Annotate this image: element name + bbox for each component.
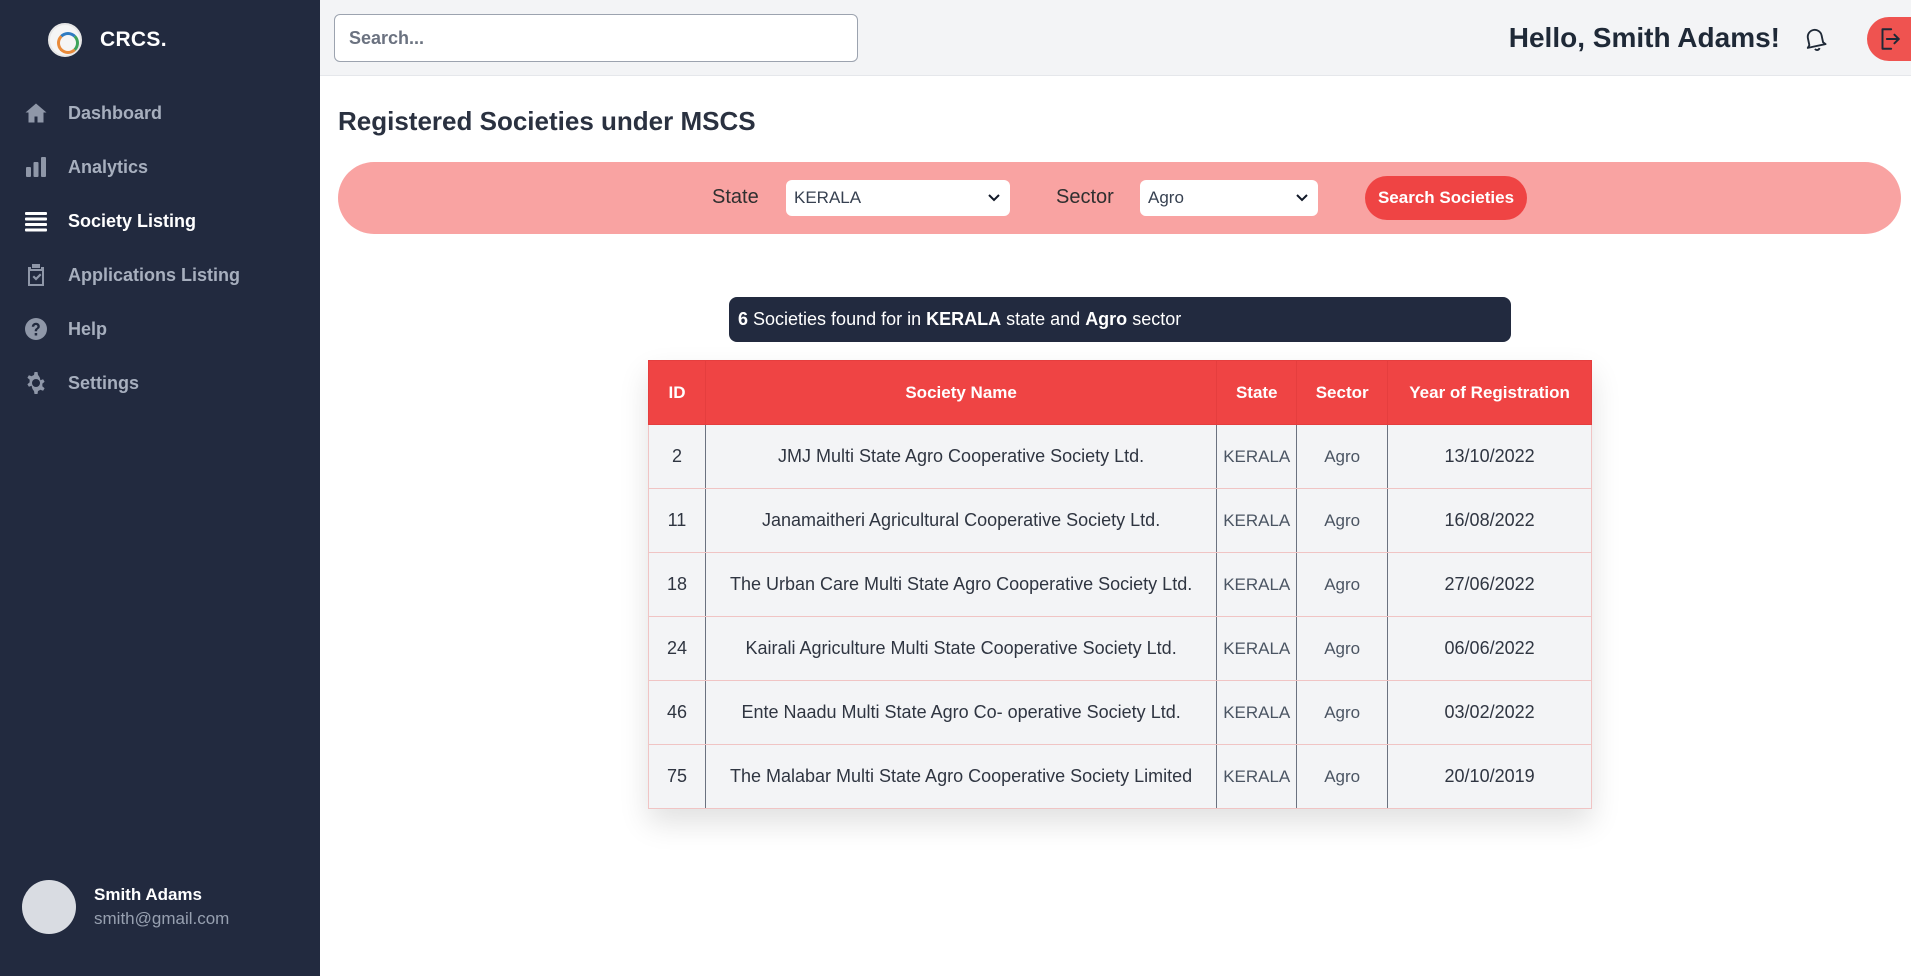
cell-state: KERALA bbox=[1216, 680, 1298, 745]
table-row[interactable]: 46 Ente Naadu Multi State Agro Co- opera… bbox=[648, 680, 1592, 745]
cell-id: 2 bbox=[648, 424, 706, 489]
user-email: smith@gmail.com bbox=[94, 909, 230, 928]
result-sector: Agro bbox=[1085, 309, 1128, 329]
table-header-row: ID Society Name State Sector Year of Reg… bbox=[648, 360, 1592, 425]
greeting-text: Hello, Smith Adams! bbox=[1508, 22, 1780, 53]
cell-id: 24 bbox=[648, 616, 706, 681]
result-text-2: state and bbox=[1001, 309, 1086, 329]
sidebar-item-label: Analytics bbox=[68, 156, 149, 177]
sidebar-item-dashboard[interactable]: Dashboard bbox=[0, 86, 320, 140]
sidebar: CRCS. Dashboard Analytics Society Listin… bbox=[0, 0, 320, 976]
sidebar-item-label: Society Listing bbox=[68, 210, 197, 231]
user-info: Smith Adams smith@gmail.com bbox=[94, 885, 229, 929]
cell-year-of-registration: 16/08/2022 bbox=[1387, 488, 1592, 553]
clipboard-icon bbox=[24, 263, 48, 287]
cell-year-of-registration: 27/06/2022 bbox=[1387, 552, 1592, 617]
sector-select[interactable]: Agro bbox=[1140, 180, 1318, 216]
sector-select-value: Agro bbox=[1148, 188, 1184, 207]
gear-icon bbox=[24, 371, 48, 395]
cell-id: 11 bbox=[648, 488, 706, 553]
table-row[interactable]: 24 Kairali Agriculture Multi State Coope… bbox=[648, 616, 1592, 681]
sidebar-item-applications-listing[interactable]: Applications Listing bbox=[0, 248, 320, 302]
table-row[interactable]: 75 The Malabar Multi State Agro Cooperat… bbox=[648, 744, 1592, 809]
page-title: Registered Societies under MSCS bbox=[338, 106, 756, 136]
cell-society-name: Janamaitheri Agricultural Cooperative So… bbox=[704, 488, 1218, 553]
cell-society-name: Ente Naadu Multi State Agro Co- operativ… bbox=[704, 680, 1218, 745]
sector-label: Sector bbox=[1056, 186, 1114, 208]
cell-id: 46 bbox=[648, 680, 706, 745]
column-header-sector[interactable]: Sector bbox=[1296, 360, 1389, 425]
cell-year-of-registration: 13/10/2022 bbox=[1387, 424, 1592, 489]
sidebar-nav: Dashboard Analytics Society Listing Appl… bbox=[0, 86, 320, 410]
table-row[interactable]: 18 The Urban Care Multi State Agro Coope… bbox=[648, 552, 1592, 617]
cell-id: 75 bbox=[648, 744, 706, 809]
search-societies-button[interactable]: Search Societies bbox=[1365, 176, 1527, 220]
bar-chart-icon bbox=[24, 155, 48, 179]
cell-sector: Agro bbox=[1296, 680, 1389, 745]
result-summary: 6 Societies found for in KERALA state an… bbox=[729, 297, 1511, 342]
logout-button[interactable] bbox=[1867, 17, 1911, 61]
cell-state: KERALA bbox=[1216, 744, 1298, 809]
sidebar-item-label: Applications Listing bbox=[68, 264, 241, 285]
cell-sector: Agro bbox=[1296, 488, 1389, 553]
sidebar-item-analytics[interactable]: Analytics bbox=[0, 140, 320, 194]
cell-year-of-registration: 06/06/2022 bbox=[1387, 616, 1592, 681]
state-label: State bbox=[712, 186, 759, 208]
brand-name: CRCS. bbox=[100, 28, 167, 51]
societies-table-container: ID Society Name State Sector Year of Reg… bbox=[648, 360, 1592, 809]
sidebar-item-label: Help bbox=[68, 318, 108, 339]
cell-state: KERALA bbox=[1216, 488, 1298, 553]
cell-year-of-registration: 20/10/2019 bbox=[1387, 744, 1592, 809]
cell-id: 18 bbox=[648, 552, 706, 617]
column-header-society-name[interactable]: Society Name bbox=[704, 360, 1218, 425]
list-icon bbox=[24, 209, 48, 233]
result-state: KERALA bbox=[926, 309, 1002, 329]
chevron-down-icon bbox=[988, 194, 1000, 202]
brand[interactable]: CRCS. bbox=[48, 22, 167, 58]
avatar bbox=[22, 880, 76, 934]
search-input[interactable] bbox=[334, 14, 858, 62]
column-header-state[interactable]: State bbox=[1216, 360, 1298, 425]
result-text-3: sector bbox=[1127, 309, 1182, 329]
notification-bell-icon[interactable] bbox=[1799, 22, 1831, 54]
result-count: 6 bbox=[738, 309, 749, 329]
home-icon bbox=[24, 101, 48, 125]
cell-society-name: The Malabar Multi State Agro Cooperative… bbox=[704, 744, 1218, 809]
top-bar: Hello, Smith Adams! bbox=[320, 0, 1911, 76]
sidebar-item-society-listing[interactable]: Society Listing bbox=[0, 194, 320, 248]
cell-society-name: JMJ Multi State Agro Cooperative Society… bbox=[704, 424, 1218, 489]
cell-sector: Agro bbox=[1296, 616, 1389, 681]
user-profile[interactable]: Smith Adams smith@gmail.com bbox=[22, 880, 229, 934]
cell-state: KERALA bbox=[1216, 424, 1298, 489]
cell-society-name: The Urban Care Multi State Agro Cooperat… bbox=[704, 552, 1218, 617]
emblem-logo-icon bbox=[48, 23, 82, 57]
sidebar-item-label: Dashboard bbox=[68, 102, 163, 123]
logout-icon bbox=[1881, 28, 1900, 50]
table-row[interactable]: 11 Janamaitheri Agricultural Cooperative… bbox=[648, 488, 1592, 553]
help-icon bbox=[24, 317, 48, 341]
cell-state: KERALA bbox=[1216, 616, 1298, 681]
cell-society-name: Kairali Agriculture Multi State Cooperat… bbox=[704, 616, 1218, 681]
column-header-id[interactable]: ID bbox=[648, 360, 706, 425]
sidebar-item-help[interactable]: Help bbox=[0, 302, 320, 356]
table-row[interactable]: 2 JMJ Multi State Agro Cooperative Socie… bbox=[648, 424, 1592, 489]
state-select[interactable]: KERALA bbox=[786, 180, 1010, 216]
chevron-down-icon bbox=[1296, 194, 1308, 202]
cell-sector: Agro bbox=[1296, 552, 1389, 617]
cell-sector: Agro bbox=[1296, 424, 1389, 489]
result-text-1: Societies found for in bbox=[748, 309, 927, 329]
user-name: Smith Adams bbox=[94, 885, 203, 904]
state-select-value: KERALA bbox=[794, 188, 862, 207]
cell-state: KERALA bbox=[1216, 552, 1298, 617]
filter-bar: State KERALA Sector Agro Search Societie… bbox=[338, 162, 1901, 234]
column-header-year-of-registration[interactable]: Year of Registration bbox=[1387, 360, 1592, 425]
cell-sector: Agro bbox=[1296, 744, 1389, 809]
cell-year-of-registration: 03/02/2022 bbox=[1387, 680, 1592, 745]
societies-table: ID Society Name State Sector Year of Reg… bbox=[648, 360, 1592, 809]
sidebar-item-settings[interactable]: Settings bbox=[0, 356, 320, 410]
sidebar-item-label: Settings bbox=[68, 372, 140, 393]
